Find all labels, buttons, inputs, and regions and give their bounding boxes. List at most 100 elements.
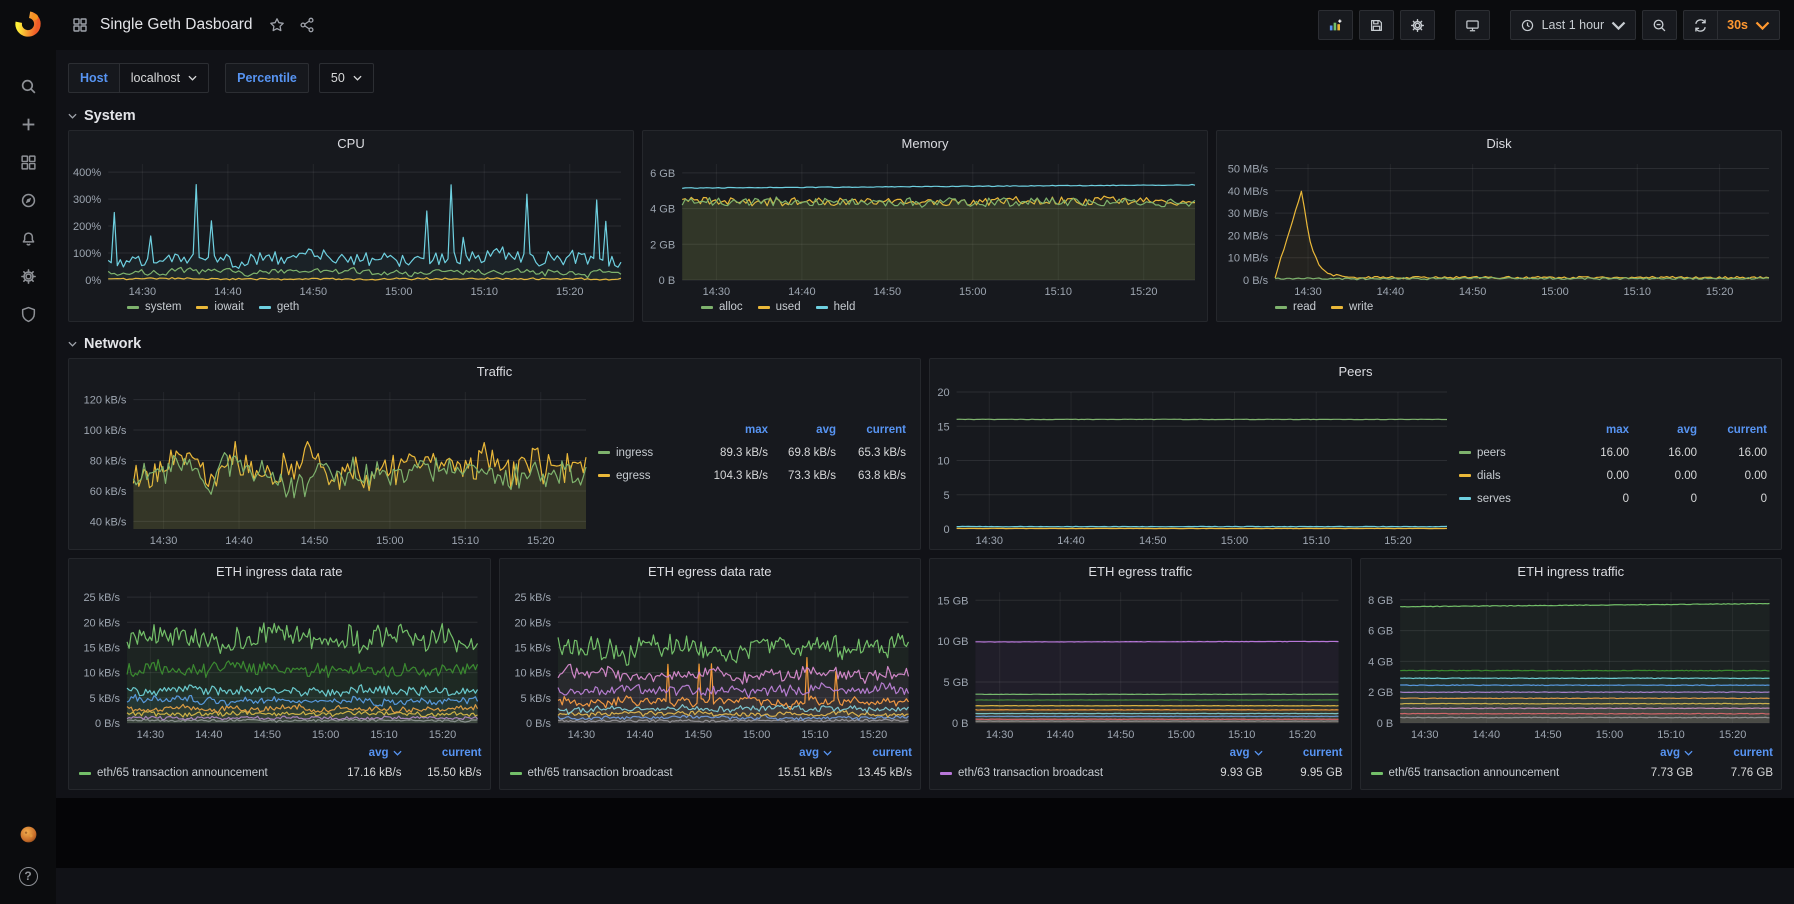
time-range-picker[interactable]: Last 1 hour (1510, 10, 1637, 40)
panel-title[interactable]: ETH egress data rate (500, 559, 921, 584)
panel-title[interactable]: ETH egress traffic (930, 559, 1351, 584)
search-icon[interactable] (10, 72, 46, 100)
legend-row-ingress[interactable]: ingress 89.3 kB/s 69.8 kB/s 65.3 kB/s (598, 441, 906, 464)
legend-row[interactable]: eth/65 transaction announcement 7.73 GB … (1371, 763, 1774, 783)
zoom-out-time-range-button[interactable] (1642, 10, 1677, 40)
panel-title[interactable]: CPU (69, 131, 633, 156)
panel-title[interactable]: ETH ingress data rate (69, 559, 490, 584)
svg-text:0%: 0% (85, 275, 101, 287)
clock-icon (1520, 18, 1535, 33)
svg-text:0 B/s: 0 B/s (1243, 275, 1269, 287)
svg-text:15:00: 15:00 (376, 535, 404, 547)
legend-item-read[interactable]: read (1275, 301, 1316, 313)
row-header-network[interactable]: Network (68, 330, 1782, 358)
svg-text:300%: 300% (73, 194, 101, 206)
legend-sort-current[interactable]: current (1693, 747, 1773, 759)
panel-disk: Disk 0 B/s10 MB/s20 MB/s30 MB/s40 MB/s50… (1216, 130, 1782, 322)
legend-item-iowait[interactable]: iowait (196, 301, 243, 313)
configuration-gear-icon[interactable] (10, 262, 46, 290)
legend-sort-current[interactable]: current (836, 424, 906, 436)
memory-time-series-chart[interactable]: 0 B2 GB4 GB6 GB14:3014:4014:5015:0015:10… (647, 156, 1203, 300)
legend-row-peers[interactable]: peers 16.00 16.00 16.00 (1459, 441, 1767, 464)
svg-text:40 kB/s: 40 kB/s (90, 516, 127, 528)
panel-title[interactable]: Traffic (69, 359, 920, 384)
legend-row[interactable]: eth/65 transaction announcement 17.16 kB… (79, 763, 482, 783)
legend-row[interactable]: eth/63 transaction broadcast 9.93 GB 9.9… (940, 763, 1343, 783)
svg-text:15:10: 15:10 (370, 729, 397, 741)
svg-text:14:40: 14:40 (1472, 729, 1499, 741)
legend-row-serves[interactable]: serves 0 0 0 (1459, 487, 1767, 510)
cycle-view-mode-button[interactable] (1455, 10, 1490, 40)
explore-compass-icon[interactable] (10, 186, 46, 214)
variable-percentile-select[interactable]: 50 (319, 63, 374, 93)
svg-text:15:10: 15:10 (801, 729, 828, 741)
legend-row[interactable]: eth/65 transaction broadcast 15.51 kB/s … (510, 763, 913, 783)
legend-item-write[interactable]: write (1331, 301, 1373, 313)
chevron-down-icon (1684, 750, 1693, 756)
svg-text:14:50: 14:50 (1459, 286, 1487, 298)
legend-sort-avg[interactable]: avg (310, 747, 402, 759)
save-dashboard-button[interactable] (1359, 10, 1394, 40)
peers-time-series-chart[interactable]: 0510152014:3014:4014:5015:0015:1015:20 (934, 384, 1455, 549)
grafana-logo[interactable] (13, 9, 43, 42)
dashboards-grid-icon[interactable] (10, 148, 46, 176)
legend-sort-avg[interactable]: avg (1629, 424, 1697, 436)
variable-host-select[interactable]: localhost (119, 63, 209, 93)
legend-sort-current[interactable]: current (1263, 747, 1343, 759)
add-panel-button[interactable] (1318, 10, 1353, 40)
legend-sort-avg[interactable]: avg (768, 424, 836, 436)
legend-sort-avg[interactable]: avg (1171, 747, 1263, 759)
refresh-interval-picker[interactable]: 30s (1718, 10, 1780, 40)
row-header-system[interactable]: System (68, 102, 1782, 130)
legend-item-geth[interactable]: geth (259, 301, 299, 313)
variable-host: Host localhost (68, 63, 209, 93)
svg-text:15: 15 (937, 421, 949, 433)
help-button[interactable]: ? (10, 862, 46, 890)
legend-row-egress[interactable]: egress 104.3 kB/s 73.3 kB/s 63.8 kB/s (598, 464, 906, 487)
legend-row-dials[interactable]: dials 0.00 0.00 0.00 (1459, 464, 1767, 487)
svg-text:15:20: 15:20 (527, 535, 555, 547)
legend-sort-current[interactable]: current (832, 747, 912, 759)
legend-sort-avg[interactable]: avg (740, 747, 832, 759)
eth-ingress-data-rate-chart[interactable]: 0 B/s5 kB/s10 kB/s15 kB/s20 kB/s25 kB/s1… (73, 584, 486, 743)
svg-text:15:10: 15:10 (470, 286, 498, 298)
legend-item-alloc[interactable]: alloc (701, 301, 743, 313)
disk-time-series-chart[interactable]: 0 B/s10 MB/s20 MB/s30 MB/s40 MB/s50 MB/s… (1221, 156, 1777, 300)
svg-text:2 GB: 2 GB (1368, 687, 1393, 699)
panel-title[interactable]: Peers (930, 359, 1781, 384)
eth-egress-traffic-chart[interactable]: 0 B5 GB10 GB15 GB14:3014:4014:5015:0015:… (934, 584, 1347, 743)
alerting-bell-icon[interactable] (10, 224, 46, 252)
user-avatar[interactable] (10, 820, 46, 848)
svg-text:60 kB/s: 60 kB/s (90, 486, 127, 498)
panel-title[interactable]: ETH ingress traffic (1361, 559, 1782, 584)
svg-text:15:20: 15:20 (1706, 286, 1734, 298)
dashboard-settings-button[interactable] (1400, 10, 1435, 40)
legend-item-held[interactable]: held (816, 301, 856, 313)
legend-sort-max[interactable]: max (1551, 424, 1629, 436)
legend-header: avg current (940, 743, 1343, 763)
legend-header: max avg current (1459, 418, 1767, 441)
svg-text:20 kB/s: 20 kB/s (514, 617, 551, 629)
legend-sort-max[interactable]: max (690, 424, 768, 436)
chevron-down-icon (1755, 18, 1770, 33)
create-plus-icon[interactable] (10, 110, 46, 138)
svg-text:15:00: 15:00 (385, 286, 413, 298)
legend-sort-current[interactable]: current (1697, 424, 1767, 436)
eth-egress-data-rate-chart[interactable]: 0 B/s5 kB/s10 kB/s15 kB/s20 kB/s25 kB/s1… (504, 584, 917, 743)
legend-item-system[interactable]: system (127, 301, 181, 313)
refresh-dashboard-button[interactable] (1683, 10, 1718, 40)
legend-sort-avg[interactable]: avg (1601, 747, 1693, 759)
cpu-time-series-chart[interactable]: 0%100%200%300%400%14:3014:4014:5015:0015… (73, 156, 629, 300)
share-dashboard-button[interactable] (297, 15, 317, 35)
traffic-time-series-chart[interactable]: 40 kB/s60 kB/s80 kB/s100 kB/s120 kB/s14:… (73, 384, 594, 549)
eth-ingress-traffic-chart[interactable]: 0 B2 GB4 GB6 GB8 GB14:3014:4014:5015:001… (1365, 584, 1778, 743)
svg-text:6 GB: 6 GB (1368, 626, 1393, 638)
star-dashboard-button[interactable] (267, 15, 287, 35)
legend-item-used[interactable]: used (758, 301, 801, 313)
panel-title[interactable]: Disk (1217, 131, 1781, 156)
legend-sort-current[interactable]: current (402, 747, 482, 759)
svg-text:15:20: 15:20 (859, 729, 886, 741)
server-admin-shield-icon[interactable] (10, 300, 46, 328)
svg-text:0 B: 0 B (659, 275, 676, 287)
panel-title[interactable]: Memory (643, 131, 1207, 156)
